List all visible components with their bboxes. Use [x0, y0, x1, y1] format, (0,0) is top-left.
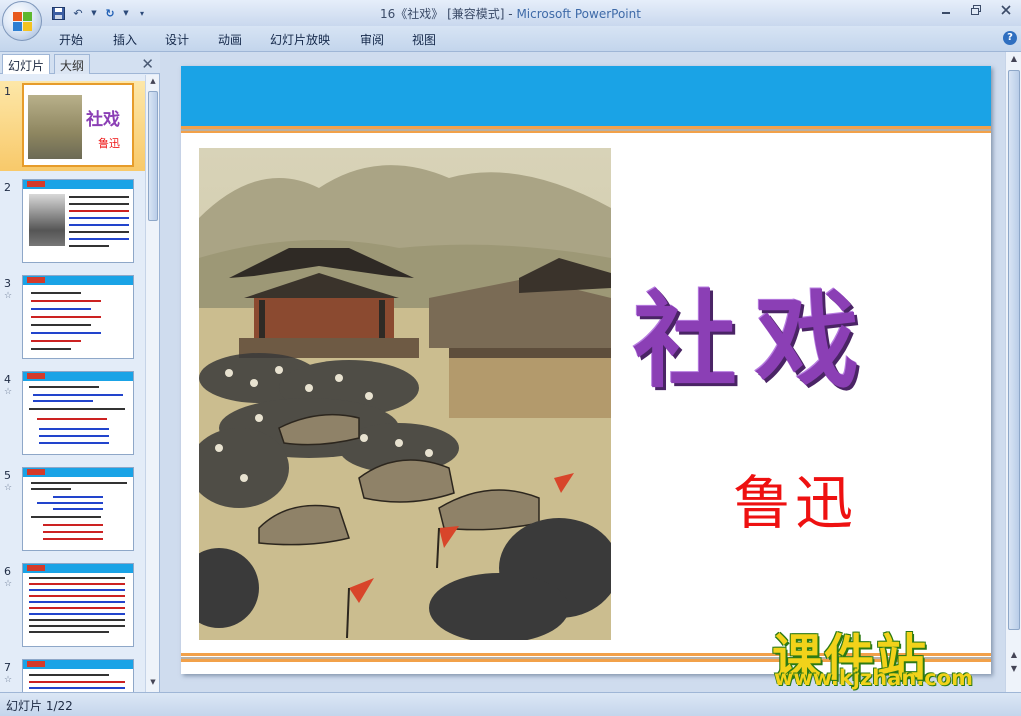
animation-icon[interactable]: ☆	[4, 579, 12, 589]
tab-view[interactable]: 视图	[412, 31, 436, 48]
close-icon[interactable]: ✕	[141, 55, 154, 73]
office-logo-icon	[13, 12, 33, 32]
scroll-thumb[interactable]	[1008, 70, 1020, 630]
ribbon-tabs: 开始 插入 设计 动画 幻灯片放映 审阅 视图 ?	[0, 26, 1021, 52]
slide-thumbnail[interactable]: 1 社戏 鲁迅	[0, 81, 145, 171]
tab-home[interactable]: 开始	[59, 31, 83, 48]
scroll-up-icon[interactable]: ▲	[148, 77, 158, 89]
tab-animations[interactable]: 动画	[218, 31, 242, 48]
slide-number: 4	[4, 373, 11, 386]
scroll-thumb[interactable]	[148, 91, 158, 221]
thumbnail-list: 1 社戏 鲁迅 2 3 ☆ 4 ☆ 5 ☆ 6 ☆ 7 ☆	[0, 75, 145, 692]
slide-preview	[22, 467, 134, 551]
minimize-icon[interactable]	[931, 0, 961, 20]
thumb-title: 社戏	[86, 110, 120, 130]
slide-preview: 社戏 鲁迅	[22, 83, 134, 167]
slide-scrollbar[interactable]: ▲ ▲ ▼	[1005, 52, 1021, 692]
window-controls	[931, 0, 1021, 20]
slide-thumbnail[interactable]: 2	[0, 177, 145, 267]
animation-icon[interactable]: ☆	[4, 387, 12, 397]
slide-number: 3	[4, 277, 11, 290]
slide-number: 2	[4, 181, 11, 194]
opera-boats-painting[interactable]	[199, 148, 611, 640]
slide-preview	[22, 275, 134, 359]
animation-icon[interactable]: ☆	[4, 675, 12, 685]
slide-thumbnail[interactable]: 6 ☆	[0, 561, 145, 651]
site-watermark: 课件站 www.kjzhan.com	[772, 618, 1012, 692]
slide-preview	[22, 563, 134, 647]
tab-slides[interactable]: 幻灯片	[2, 54, 51, 74]
help-icon[interactable]: ?	[1003, 31, 1017, 45]
slide-editing-area: 社戏 鲁迅 ▲ ▲ ▼	[161, 52, 1021, 692]
scroll-up-icon[interactable]: ▲	[1008, 54, 1020, 66]
slide-indicator: 幻灯片 1/22	[6, 699, 73, 713]
close-icon[interactable]	[991, 0, 1021, 20]
title-bar: ↶ ▼ ↻ ▼ ▾ 16《社戏》 [兼容模式] - Microsoft Powe…	[0, 0, 1021, 26]
tab-insert[interactable]: 插入	[113, 31, 137, 48]
slide-number: 7	[4, 661, 11, 674]
office-button[interactable]	[2, 1, 42, 41]
animation-icon[interactable]: ☆	[4, 483, 12, 493]
slide-author[interactable]: 鲁迅	[733, 456, 857, 540]
current-slide[interactable]: 社戏 鲁迅	[181, 66, 991, 674]
tab-design[interactable]: 设计	[165, 31, 189, 48]
slide-thumbnail[interactable]: 7 ☆	[0, 657, 145, 692]
status-bar: 幻灯片 1/22	[0, 692, 1021, 716]
slide-thumbnail[interactable]: 5 ☆	[0, 465, 145, 555]
slide-number: 5	[4, 469, 11, 482]
portrait-thumb	[29, 194, 65, 246]
slide-thumbnail[interactable]: 4 ☆	[0, 369, 145, 459]
slide-thumbnail[interactable]: 3 ☆	[0, 273, 145, 363]
document-name: 16《社戏》 [兼容模式] -	[380, 7, 517, 21]
watermark-url: www.kjzhan.com	[774, 666, 974, 690]
tab-slideshow[interactable]: 幻灯片放映	[270, 31, 330, 48]
slide-title[interactable]: 社戏	[633, 256, 877, 407]
restore-icon[interactable]	[961, 0, 991, 20]
painting-thumb	[28, 95, 82, 159]
scroll-down-icon[interactable]: ▼	[148, 678, 158, 690]
panel-scrollbar[interactable]: ▲ ▼	[145, 75, 159, 692]
panel-tabs: 幻灯片 大纲 ✕	[0, 52, 160, 74]
slides-panel: 幻灯片 大纲 ✕ 1 社戏 鲁迅 2 3 ☆ 4 ☆ 5 ☆ 6 ☆ 7 ☆ ▲…	[0, 52, 160, 692]
slide-header-bar	[181, 66, 991, 126]
slide-number: 1	[4, 85, 11, 98]
slide-preview	[22, 179, 134, 263]
tab-review[interactable]: 审阅	[360, 31, 384, 48]
slide-preview	[22, 371, 134, 455]
app-name: Microsoft PowerPoint	[516, 7, 641, 21]
thumb-author: 鲁迅	[98, 137, 120, 150]
slide-number: 6	[4, 565, 11, 578]
tab-outline[interactable]: 大纲	[54, 54, 91, 74]
animation-icon[interactable]: ☆	[4, 291, 12, 301]
window-title: 16《社戏》 [兼容模式] - Microsoft PowerPoint	[0, 5, 1021, 22]
slide-preview	[22, 659, 134, 692]
